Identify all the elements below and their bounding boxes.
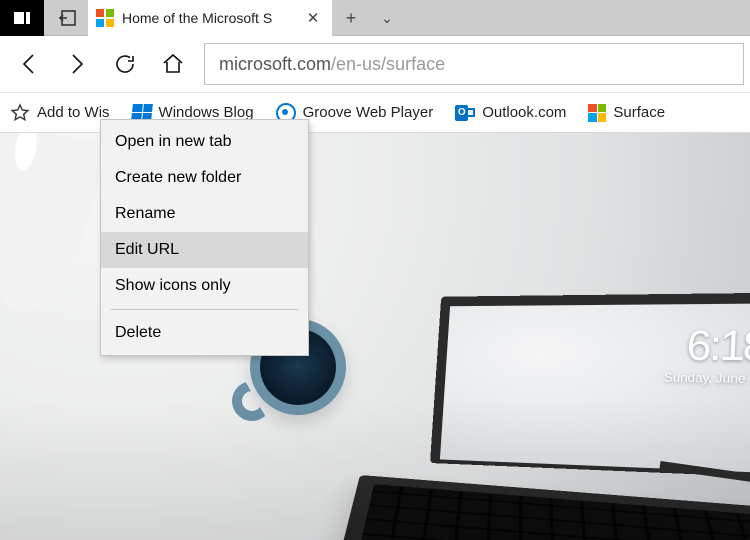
new-tab-button[interactable]: + xyxy=(333,0,369,36)
lockscreen-clock: 6:18 Sunday, June 18 xyxy=(664,323,750,387)
ms-logo-icon xyxy=(96,9,114,27)
add-to-favorites-button[interactable]: Add to Wis xyxy=(10,103,110,123)
ctx-rename[interactable]: Rename xyxy=(101,196,308,232)
ctx-edit-url[interactable]: Edit URL xyxy=(101,232,308,268)
lockscreen-time: 6:18 xyxy=(664,323,750,371)
back-button[interactable] xyxy=(6,41,52,87)
ctx-create-folder[interactable]: Create new folder xyxy=(101,160,308,196)
refresh-button[interactable] xyxy=(102,41,148,87)
ms-logo-icon xyxy=(588,104,606,122)
edge-window: Home of the Microsoft S ✕ + ⌄ microsoft.… xyxy=(0,0,750,540)
tab-chevron-down-icon[interactable]: ⌄ xyxy=(369,0,405,36)
address-domain: microsoft.com xyxy=(219,54,331,75)
browser-tab[interactable]: Home of the Microsoft S ✕ xyxy=(88,0,333,36)
ctx-icons-only[interactable]: Show icons only xyxy=(101,268,308,304)
fav-label: Surface xyxy=(613,104,665,121)
fav-outlook[interactable]: O Outlook.com xyxy=(455,104,566,122)
fav-label: Add to Wis xyxy=(37,104,110,121)
outlook-icon: O xyxy=(455,104,475,122)
forward-button[interactable] xyxy=(54,41,100,87)
vignette-shadow xyxy=(0,400,750,540)
star-icon xyxy=(10,103,30,123)
favorite-context-menu: Open in new tab Create new folder Rename… xyxy=(100,119,309,356)
fav-label: Outlook.com xyxy=(482,104,566,121)
ctx-open-new-tab[interactable]: Open in new tab xyxy=(101,124,308,160)
address-path: /en-us/surface xyxy=(331,54,445,75)
address-bar[interactable]: microsoft.com/en-us/surface xyxy=(204,43,744,85)
task-view-icon[interactable] xyxy=(0,0,44,36)
ctx-delete[interactable]: Delete xyxy=(101,315,308,351)
home-button[interactable] xyxy=(150,41,196,87)
fav-label: Groove Web Player xyxy=(303,104,434,121)
ctx-separator xyxy=(111,309,298,310)
nav-bar: microsoft.com/en-us/surface xyxy=(0,36,750,92)
close-tab-icon[interactable]: ✕ xyxy=(304,9,322,27)
lockscreen-date: Sunday, June 18 xyxy=(664,370,750,386)
set-aside-tabs-icon[interactable] xyxy=(44,0,88,36)
fav-surface[interactable]: Surface xyxy=(588,104,665,122)
tab-strip: Home of the Microsoft S ✕ + ⌄ xyxy=(0,0,750,36)
tab-title: Home of the Microsoft S xyxy=(122,10,296,26)
